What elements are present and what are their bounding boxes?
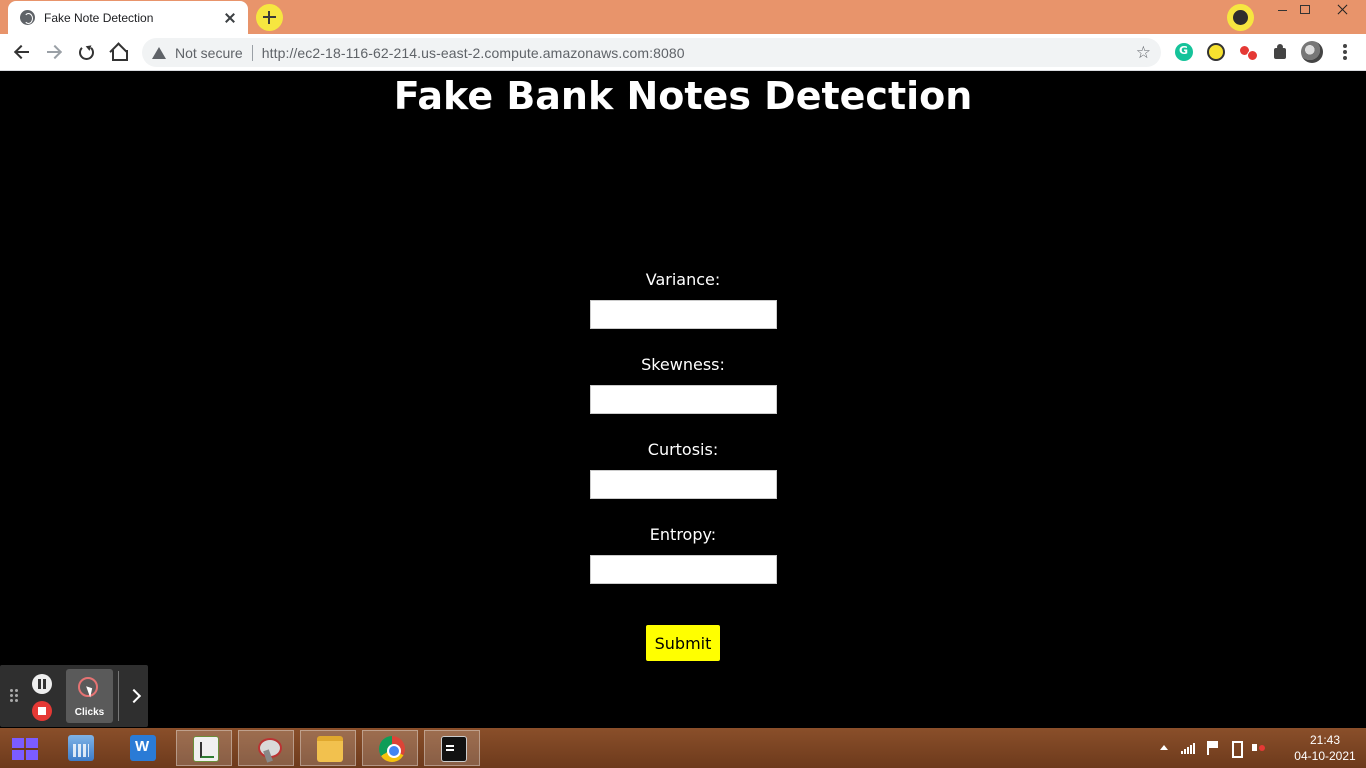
volume-muted-icon[interactable] — [1250, 740, 1266, 756]
battery-icon[interactable] — [1228, 740, 1244, 758]
warning-icon[interactable] — [152, 46, 166, 59]
taskbar: 21:43 04-10-2021 — [0, 728, 1366, 768]
close-window-button[interactable] — [1320, 0, 1366, 20]
new-tab-button[interactable] — [256, 4, 283, 31]
reload-icon[interactable] — [75, 41, 97, 63]
notepad-plus-icon — [193, 736, 219, 762]
clicks-label: Clicks — [74, 707, 105, 718]
chevron-right-icon[interactable] — [126, 687, 144, 705]
address-bar[interactable]: Not secure http://ec2-18-116-62-214.us-e… — [142, 38, 1161, 67]
curtosis-input[interactable] — [590, 470, 777, 499]
snipping-tool-icon — [255, 736, 282, 762]
skewness-label: Skewness: — [641, 355, 725, 374]
bookmark-star-icon[interactable]: ☆ — [1136, 43, 1151, 63]
tab-close-icon[interactable] — [222, 10, 238, 26]
screen-recorder-widget: Clicks — [0, 665, 148, 727]
browser-toolbar: Not secure http://ec2-18-116-62-214.us-e… — [0, 34, 1366, 71]
red-extension-icon[interactable] — [1239, 43, 1258, 61]
browser-tab[interactable]: Fake Note Detection — [8, 1, 248, 34]
cursor-click-icon — [78, 677, 98, 697]
action-center-flag-icon[interactable] — [1204, 740, 1220, 756]
stop-icon[interactable] — [32, 701, 52, 721]
submit-button[interactable]: Submit — [645, 624, 721, 662]
taskbar-app-snipping[interactable] — [238, 730, 294, 766]
taskbar-app-cmd[interactable] — [424, 730, 480, 766]
security-label[interactable]: Not secure — [175, 45, 243, 61]
drag-handle-icon[interactable] — [10, 689, 20, 705]
url-text[interactable]: http://ec2-18-116-62-214.us-east-2.compu… — [262, 45, 1136, 61]
page-body: Fake Bank Notes Detection Variance: Skew… — [0, 72, 1366, 728]
clicks-toggle-button[interactable]: Clicks — [66, 669, 113, 723]
clock-date: 04-10-2021 — [1294, 749, 1356, 763]
pause-icon[interactable] — [32, 674, 52, 694]
avatar[interactable] — [1301, 41, 1323, 63]
entropy-input[interactable] — [590, 555, 777, 584]
wps-writer-icon — [130, 735, 156, 761]
taskbar-app-explorer[interactable] — [300, 730, 356, 766]
grammarly-extension-icon[interactable] — [1175, 43, 1193, 61]
globe-icon — [20, 10, 35, 25]
file-explorer-icon — [317, 736, 343, 762]
restore-button[interactable] — [1290, 0, 1320, 20]
page-title: Fake Bank Notes Detection — [393, 74, 973, 118]
variance-label: Variance: — [645, 270, 721, 289]
profile-indicator-icon[interactable] — [1227, 4, 1254, 31]
taskbar-app-chrome[interactable] — [362, 730, 418, 766]
calculator-icon — [68, 735, 94, 761]
curtosis-label: Curtosis: — [647, 440, 719, 459]
forward-arrow-icon[interactable] — [43, 41, 65, 63]
show-hidden-icons-icon[interactable] — [1156, 740, 1172, 756]
yellow-extension-icon[interactable] — [1207, 43, 1225, 61]
taskbar-app-wps[interactable] — [114, 730, 170, 766]
chrome-icon — [379, 736, 405, 762]
taskbar-app-notepad[interactable] — [176, 730, 232, 766]
taskbar-app-calculator[interactable] — [52, 730, 108, 766]
tab-title: Fake Note Detection — [44, 10, 154, 25]
recorder-divider — [118, 671, 119, 721]
clock-time: 21:43 — [1309, 733, 1341, 747]
browser-titlebar: Fake Note Detection — [0, 0, 1366, 34]
back-arrow-icon[interactable] — [11, 41, 33, 63]
menu-dots-icon[interactable] — [1337, 43, 1353, 61]
network-signal-icon[interactable] — [1180, 740, 1196, 756]
skewness-input[interactable] — [590, 385, 777, 414]
home-icon[interactable] — [107, 41, 129, 63]
extensions-puzzle-icon[interactable] — [1271, 43, 1289, 61]
command-prompt-icon — [441, 736, 467, 762]
variance-input[interactable] — [590, 300, 777, 329]
start-windows-icon[interactable] — [8, 733, 42, 763]
clock[interactable]: 21:43 04-10-2021 — [1290, 732, 1360, 764]
entropy-label: Entropy: — [649, 525, 717, 544]
omnibox-separator — [251, 44, 253, 61]
system-tray: 21:43 04-10-2021 — [1146, 728, 1366, 768]
